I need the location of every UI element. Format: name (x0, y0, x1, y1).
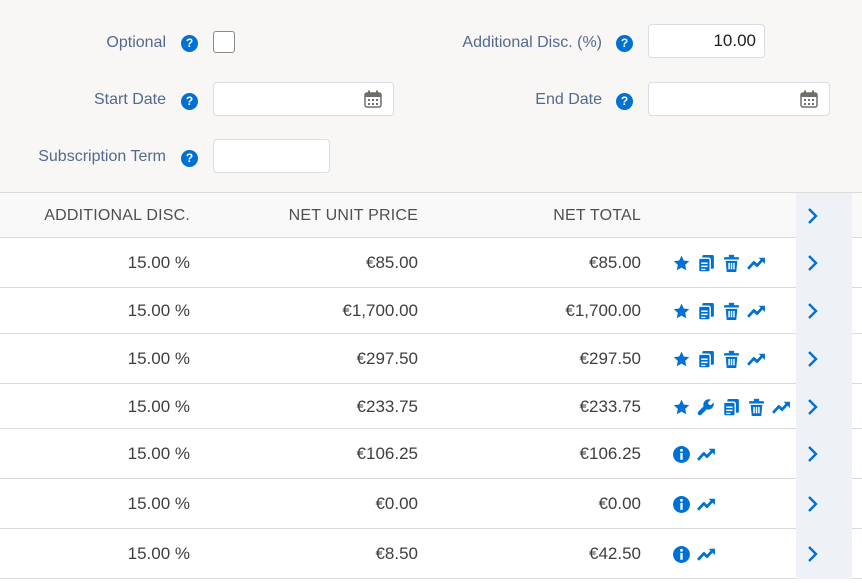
trend-icon[interactable] (772, 398, 791, 417)
chevron-right-icon[interactable] (807, 495, 819, 513)
trash-icon[interactable] (747, 398, 766, 417)
table-header: ADDITIONAL DISC. NET UNIT PRICE NET TOTA… (0, 193, 862, 238)
end-date-help-icon[interactable]: ? (616, 93, 633, 110)
row-side-column (796, 288, 852, 334)
trash-icon[interactable] (722, 254, 741, 273)
trash-icon[interactable] (722, 350, 741, 369)
cell-net-unit-price: €106.25 (356, 444, 418, 463)
line-editor-form: Optional ? Additional Disc. (%) ? 10.00 … (0, 0, 862, 193)
chevron-right-icon[interactable] (807, 207, 819, 225)
cell-net-total: €233.75 (579, 397, 641, 416)
cell-net-unit-price: €297.50 (356, 349, 418, 368)
cell-net-total: €106.25 (579, 444, 641, 463)
row-actions (672, 302, 766, 321)
cell-additional-disc: 15.00 % (127, 349, 190, 368)
chevron-right-icon[interactable] (807, 254, 819, 272)
star-icon[interactable] (672, 254, 691, 273)
optional-help-icon[interactable]: ? (181, 35, 198, 52)
table-row: 15.00 % €106.25 €106.25 (0, 429, 862, 479)
cell-additional-disc: 15.00 % (127, 444, 190, 463)
cell-additional-disc: 15.00 % (127, 253, 190, 272)
calendar-icon[interactable] (800, 90, 818, 108)
row-side-column (796, 334, 852, 384)
copy-icon[interactable] (722, 398, 741, 417)
table-row: 15.00 % €8.50 €42.50 (0, 529, 862, 579)
table-row: 15.00 % €233.75 €233.75 (0, 384, 862, 429)
cell-net-unit-price: €0.00 (375, 494, 418, 513)
cell-additional-disc: 15.00 % (127, 301, 190, 320)
trend-icon[interactable] (697, 545, 716, 564)
copy-icon[interactable] (697, 350, 716, 369)
info-icon[interactable] (672, 495, 691, 514)
additional-disc-input[interactable]: 10.00 (648, 24, 765, 58)
additional-disc-label: Additional Disc. (%) (462, 34, 602, 51)
copy-icon[interactable] (697, 254, 716, 273)
cell-additional-disc: 15.00 % (127, 494, 190, 513)
cell-net-total: €297.50 (579, 349, 641, 368)
chevron-right-icon[interactable] (807, 398, 819, 416)
trend-icon[interactable] (697, 495, 716, 514)
start-date-input[interactable] (213, 82, 394, 116)
row-side-column (796, 429, 852, 479)
row-side-column (796, 384, 852, 429)
table-row: 15.00 % €0.00 €0.00 (0, 479, 862, 529)
additional-disc-help-icon[interactable]: ? (616, 35, 633, 52)
trend-icon[interactable] (747, 302, 766, 321)
chevron-right-icon[interactable] (807, 350, 819, 368)
additional-disc-value: 10.00 (713, 31, 756, 50)
info-icon[interactable] (672, 445, 691, 464)
start-date-help-icon[interactable]: ? (181, 93, 198, 110)
col-header-net-total[interactable]: NET TOTAL (440, 207, 641, 225)
end-date-input[interactable] (648, 82, 830, 116)
cell-additional-disc: 15.00 % (127, 544, 190, 563)
row-side-column (796, 238, 852, 288)
start-date-label: Start Date (93, 91, 166, 108)
cell-net-unit-price: €1,700.00 (342, 301, 418, 320)
trend-icon[interactable] (747, 350, 766, 369)
star-icon[interactable] (672, 350, 691, 369)
cell-net-unit-price: €85.00 (366, 253, 418, 272)
row-actions (672, 495, 716, 514)
col-header-net-unit-price[interactable]: NET UNIT PRICE (210, 207, 418, 225)
star-icon[interactable] (672, 398, 691, 417)
trash-icon[interactable] (722, 302, 741, 321)
chevron-right-icon[interactable] (807, 545, 819, 563)
subscription-term-help-icon[interactable]: ? (181, 150, 198, 167)
star-icon[interactable] (672, 302, 691, 321)
row-actions (672, 545, 716, 564)
cell-net-unit-price: €8.50 (375, 544, 418, 563)
trend-icon[interactable] (747, 254, 766, 273)
wrench-icon[interactable] (697, 398, 716, 417)
row-actions (672, 445, 716, 464)
row-actions (672, 350, 766, 369)
table-row: 15.00 % €85.00 €85.00 (0, 238, 862, 288)
trend-icon[interactable] (697, 445, 716, 464)
table-row: 15.00 % €1,700.00 €1,700.00 (0, 288, 862, 334)
cell-net-unit-price: €233.75 (356, 397, 418, 416)
row-actions (672, 254, 766, 273)
header-side-column (796, 193, 852, 238)
info-icon[interactable] (672, 545, 691, 564)
copy-icon[interactable] (697, 302, 716, 321)
subscription-term-label: Subscription Term (38, 148, 166, 165)
row-side-column (796, 529, 852, 579)
table-row: 15.00 % €297.50 €297.50 (0, 334, 862, 384)
col-header-additional-disc[interactable]: ADDITIONAL DISC. (0, 207, 190, 225)
subscription-term-input[interactable] (213, 139, 330, 173)
cell-net-total: €0.00 (598, 494, 641, 513)
chevron-right-icon[interactable] (807, 302, 819, 320)
cell-net-total: €42.50 (589, 544, 641, 563)
row-side-column (796, 479, 852, 529)
chevron-right-icon[interactable] (807, 445, 819, 463)
row-actions (672, 398, 791, 417)
cell-net-total: €85.00 (589, 253, 641, 272)
optional-label: Optional (106, 34, 166, 51)
cell-net-total: €1,700.00 (565, 301, 641, 320)
optional-checkbox[interactable] (213, 31, 235, 53)
end-date-label: End Date (535, 91, 602, 108)
calendar-icon[interactable] (364, 90, 382, 108)
cell-additional-disc: 15.00 % (127, 397, 190, 416)
